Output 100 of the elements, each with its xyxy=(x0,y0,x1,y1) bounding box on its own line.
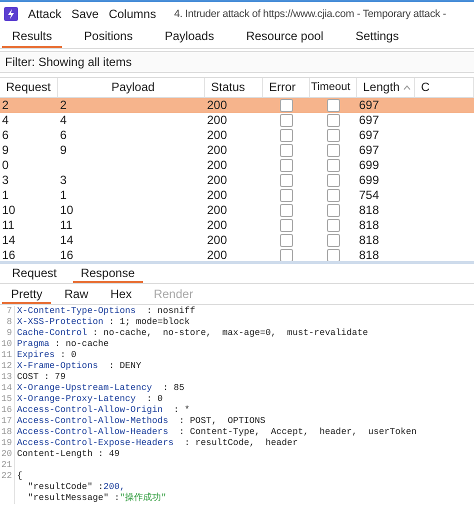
table-cell-text: 818 xyxy=(358,218,380,233)
table-cell-text: 200 xyxy=(206,128,228,143)
table-cell-text: 200 xyxy=(206,203,228,218)
table-cell-text: 3 xyxy=(1,173,10,188)
line-number: 20 xyxy=(0,449,15,460)
column-header[interactable]: Payload xyxy=(58,78,205,97)
table-row[interactable]: 10 10 200 818 xyxy=(0,203,474,218)
code-line: Access-Control-Expose-Headers : resultCode, header xyxy=(17,438,298,449)
table-cell-text: 697 xyxy=(358,143,380,158)
code-line: COST : 79 xyxy=(17,372,66,383)
code-line: Content-Length : 49 xyxy=(17,449,120,460)
table-row[interactable]: 16 16 200 818 xyxy=(0,248,474,261)
sort-caret-icon xyxy=(402,85,411,90)
table-row[interactable]: 4 4 200 697 xyxy=(0,113,474,128)
tab[interactable]: Results xyxy=(2,26,62,48)
filter-bar[interactable]: Filter: Showing all items xyxy=(0,51,474,73)
column-header[interactable]: Timeout xyxy=(310,78,357,97)
table-row[interactable]: 1 1 200 754 xyxy=(0,188,474,203)
line-number: 9 xyxy=(0,328,15,339)
table-cell-text: 14 xyxy=(1,233,16,248)
line-number: 19 xyxy=(0,438,15,449)
table-cell-text: 1 xyxy=(1,188,10,203)
table-cell-text: 697 xyxy=(358,113,380,128)
table-cell-text: 200 xyxy=(206,98,228,113)
tab[interactable]: Positions xyxy=(74,26,143,48)
tab[interactable]: Response xyxy=(72,264,143,283)
table-cell-text: 9 xyxy=(1,143,10,158)
table-cell-text: 0 xyxy=(1,158,10,173)
column-header[interactable]: Request xyxy=(0,78,58,97)
table-cell-text: 2 xyxy=(1,98,10,113)
tab[interactable]: Pretty xyxy=(2,286,52,304)
menu-item[interactable]: Columns xyxy=(108,7,156,21)
column-header[interactable]: Error xyxy=(263,78,310,97)
column-header[interactable]: C xyxy=(415,78,474,97)
table-cell-text: 200 xyxy=(206,233,228,248)
column-header[interactable]: Length xyxy=(357,78,415,97)
code-line: X-Frame-Options : DENY xyxy=(17,361,142,372)
code-line: Access-Control-Allow-Methods : POST, OPTIONS xyxy=(17,416,266,427)
table-row[interactable]: 11 11 200 818 xyxy=(0,218,474,233)
code-line: Expires : 0 xyxy=(17,350,76,361)
table-cell-text: 4 xyxy=(1,113,10,128)
line-number: 22 xyxy=(0,471,15,482)
line-number: 10 xyxy=(0,339,15,350)
table-cell-text: 3 xyxy=(59,173,68,188)
tab[interactable]: Request xyxy=(4,264,65,283)
tab[interactable]: Payloads xyxy=(154,26,224,48)
table-row[interactable]: 6 6 200 697 xyxy=(0,128,474,143)
table-cell-text: 200 xyxy=(206,158,228,173)
tab[interactable]: Settings xyxy=(345,26,409,48)
table-cell-text: 10 xyxy=(59,203,74,218)
line-number: 11 xyxy=(0,350,15,361)
code-line: { xyxy=(17,471,22,482)
table-cell-text: 6 xyxy=(1,128,10,143)
menu-item[interactable]: Attack xyxy=(28,7,62,21)
code-line: Cache-Control : no-cache, no-store, max-age=0, must-revalidate xyxy=(17,328,368,339)
line-number: 14 xyxy=(0,383,15,394)
tab[interactable]: Resource pool xyxy=(236,26,334,48)
code-line: Pragma : no-cache xyxy=(17,339,109,350)
table-cell-text: 699 xyxy=(358,173,380,188)
table-cell-text: 697 xyxy=(358,98,380,113)
window-title: 4. Intruder attack of https://www.cjia.com - Temporary attack - xyxy=(174,8,446,20)
line-number: 15 xyxy=(0,394,15,405)
table-cell-text: 697 xyxy=(358,128,380,143)
line-number: 18 xyxy=(0,427,15,438)
table-cell-text: 9 xyxy=(59,143,68,158)
column-header[interactable]: Status xyxy=(205,78,263,97)
table-cell-text: 16 xyxy=(1,248,16,261)
table-cell-text: 14 xyxy=(59,233,74,248)
tab[interactable]: Raw xyxy=(55,286,98,304)
line-number: 12 xyxy=(0,361,15,372)
line-number: 8 xyxy=(0,317,15,328)
line-number: 16 xyxy=(0,405,15,416)
table-row[interactable]: 9 9 200 697 xyxy=(0,143,474,158)
code-line: X-Orange-Proxy-Latency : 0 xyxy=(17,394,163,405)
code-line: X-XSS-Protection : 1; mode=block xyxy=(17,317,190,328)
code-line: Access-Control-Allow-Headers : Content-Type, Accept, header, userToken xyxy=(17,427,417,438)
table-cell-text: 2 xyxy=(59,98,68,113)
code-line: Access-Control-Allow-Origin : * xyxy=(17,405,190,416)
line-number: 21 xyxy=(0,460,15,471)
code-line: "resultMessage" :"操作成功" xyxy=(26,493,166,504)
code-line: X-Content-Type-Options : nosniff xyxy=(17,306,196,317)
table-cell-text: 818 xyxy=(358,248,380,261)
table-cell-text: 11 xyxy=(59,218,74,233)
table-cell-text: 10 xyxy=(1,203,16,218)
table-cell-text: 754 xyxy=(358,188,380,203)
table-cell-text: 4 xyxy=(59,113,68,128)
app-logo-icon xyxy=(4,7,18,21)
menu-item[interactable]: Save xyxy=(71,7,99,21)
table-row[interactable]: 14 14 200 818 xyxy=(0,233,474,248)
table-cell-text: 200 xyxy=(206,143,228,158)
table-cell-text: 6 xyxy=(59,128,68,143)
line-number: 7 xyxy=(0,306,15,317)
table-cell-text: 1 xyxy=(59,188,68,203)
table-row[interactable]: 0 200 699 xyxy=(0,158,474,173)
table-cell-text: 200 xyxy=(206,248,228,261)
table-row[interactable]: 3 3 200 699 xyxy=(0,173,474,188)
tab[interactable]: Hex xyxy=(101,286,141,304)
table-cell-text: 16 xyxy=(59,248,74,261)
table-row[interactable]: 2 2 200 697 xyxy=(0,98,474,113)
table-cell-text: 699 xyxy=(358,158,380,173)
